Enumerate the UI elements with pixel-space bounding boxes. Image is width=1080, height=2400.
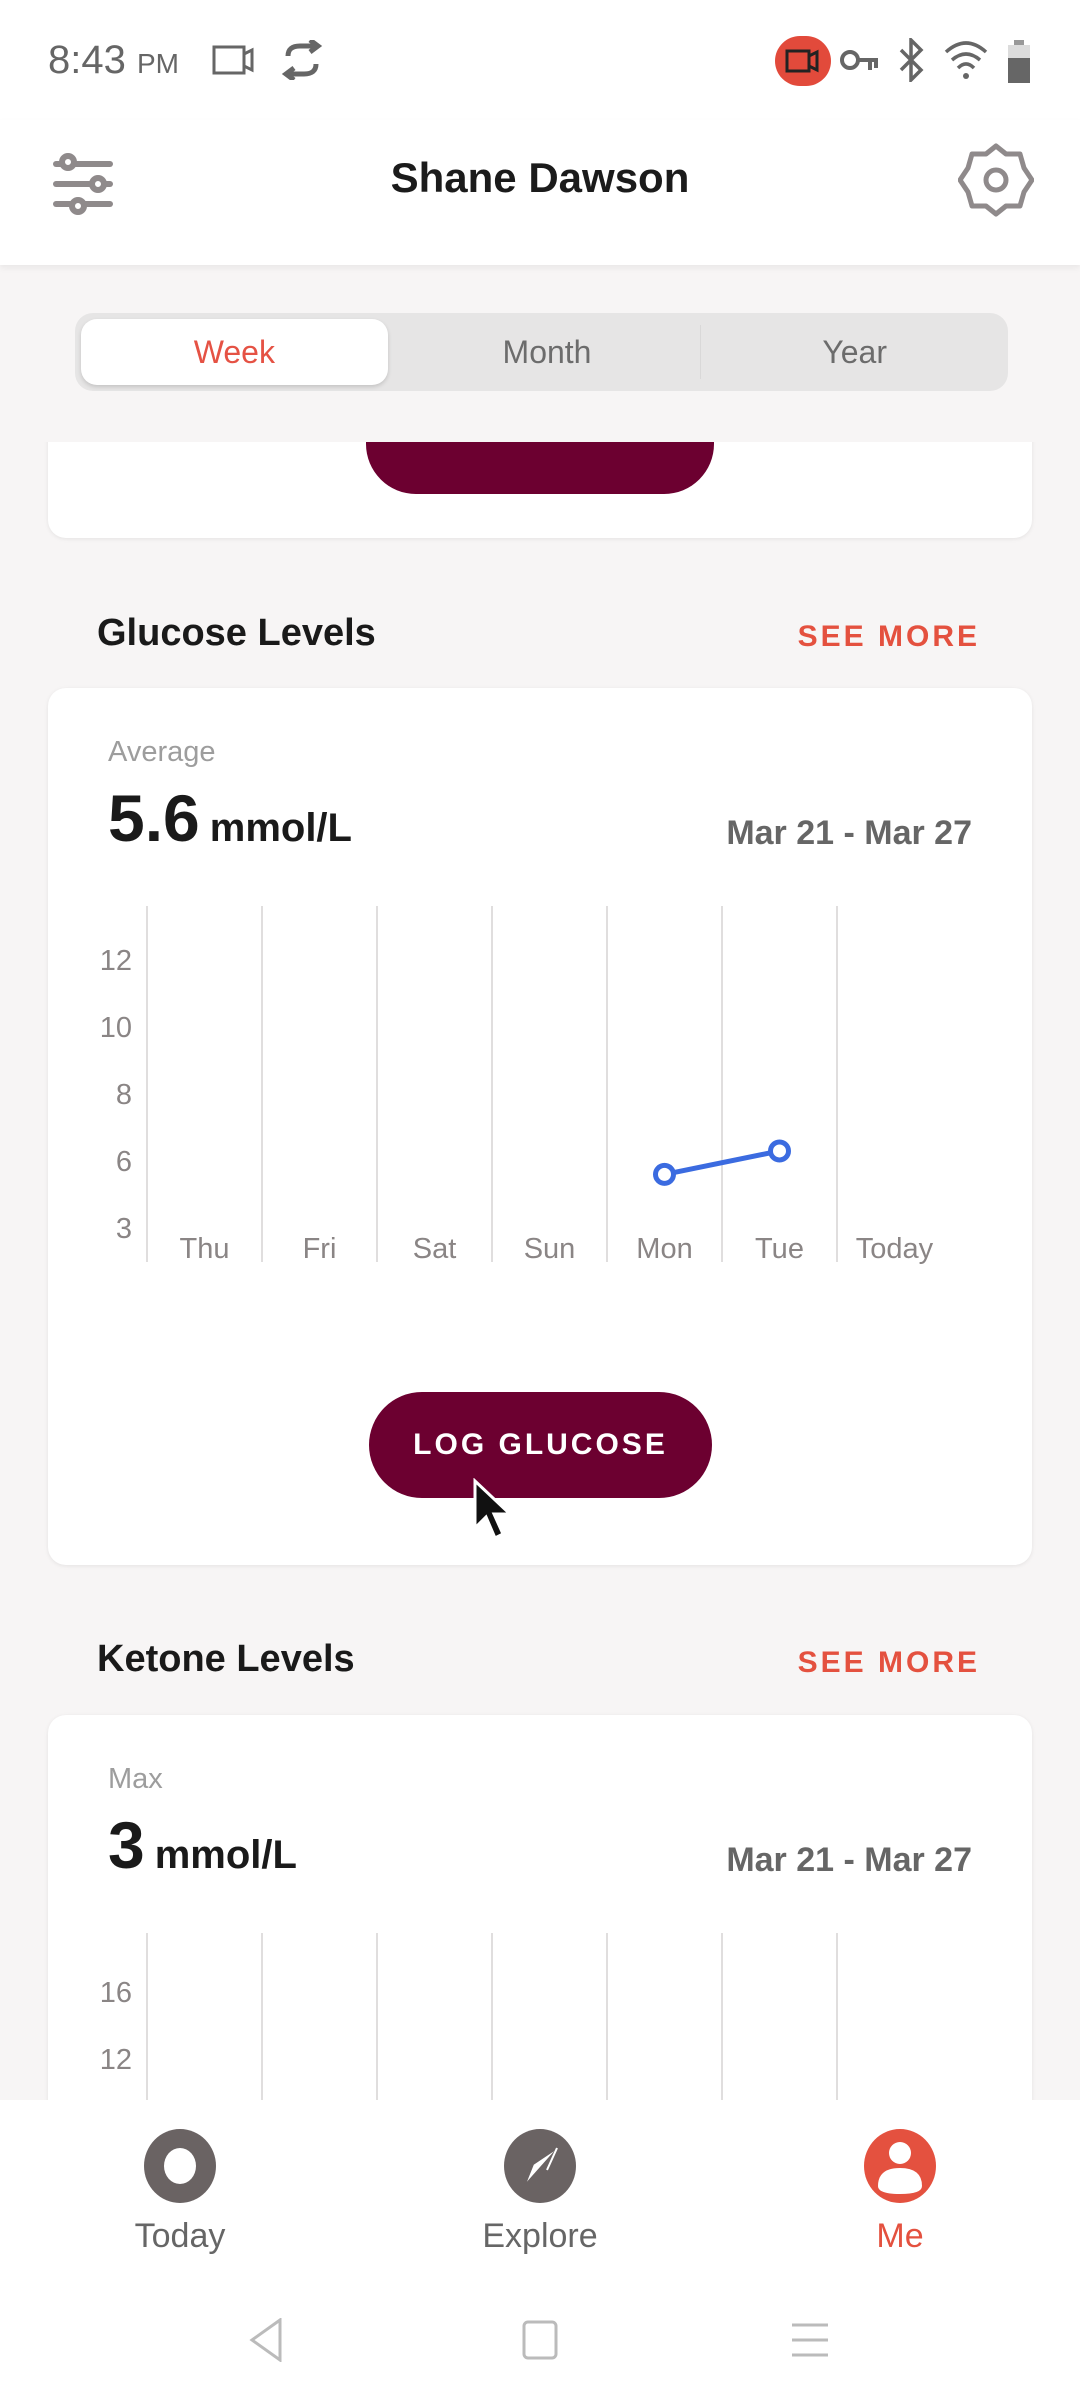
y-tick-label: 10 [100,1012,132,1044]
x-tick-label: Sun [524,1233,576,1265]
nav-me[interactable]: Me [800,2128,1000,2256]
glucose-date-range: Mar 21 - Mar 27 [726,814,972,852]
wifi-icon [944,41,988,79]
page-title: Shane Dawson [390,154,690,201]
x-tick-label: Mon [636,1233,692,1265]
log-glucose-button[interactable]: LOG GLUCOSE [369,1392,712,1498]
x-tick-label: Tue [755,1233,804,1265]
y-tick-label: 12 [100,2044,132,2076]
mouse-cursor-icon [473,1478,514,1541]
settings-gear-icon[interactable] [958,142,1034,218]
x-tick-label: Fri [303,1233,337,1265]
compass-icon [504,2129,576,2203]
nav-today[interactable]: Today [80,2128,280,2256]
scroll-clip [0,392,1080,442]
ketone-date-range: Mar 21 - Mar 27 [726,1841,972,1879]
system-navigation-bar [0,2280,1080,2400]
status-bar: 8:43 PM [0,0,1080,120]
nav-explore[interactable]: Explore [440,2128,640,2256]
tab-month-label: Month [502,333,592,370]
data-point[interactable] [768,1139,791,1163]
recents-menu-icon[interactable] [792,2322,828,2358]
bluetooth-icon [899,38,924,82]
glucose-unit: mmol/L [209,806,352,850]
nav-today-label: Today [134,2217,226,2255]
today-ring-icon [144,2129,216,2203]
glucose-stat-label: Average [108,736,216,768]
glucose-card: Average 5.6 mmol/L Mar 21 - Mar 27 12 10 8 6… [48,688,1032,1565]
recording-indicator-icon [775,36,831,86]
y-tick-label: 3 [116,1213,132,1245]
tab-month[interactable]: Month [394,313,701,391]
status-time: 8:43 PM [48,38,179,83]
tab-week[interactable]: Week [81,319,388,385]
tab-year-label: Year [822,333,887,370]
vpn-key-icon [840,50,878,70]
ketone-see-more-link[interactable]: SEE MORE [798,1646,980,1680]
bottom-navigation: Today Explore Me [0,2100,1080,2280]
y-tick-label: 8 [116,1079,132,1111]
ketone-stat-label: Max [108,1763,163,1795]
ketone-stat-value: 3 mmol/L [108,1807,297,1883]
glucose-see-more-link[interactable]: SEE MORE [798,620,980,654]
profile-icon [864,2129,936,2203]
tab-week-label: Week [193,333,275,370]
ketone-section-title: Ketone Levels [97,1638,355,1680]
battery-icon [1008,40,1030,83]
x-tick-label: Thu [180,1233,230,1265]
home-icon[interactable] [522,2320,558,2360]
y-tick-label: 6 [116,1146,132,1178]
y-tick-label: 12 [100,945,132,977]
x-tick-label: Today [856,1233,934,1265]
back-icon[interactable] [248,2318,284,2362]
sync-icon [281,40,323,80]
glucose-stat-value: 5.6 mmol/L [108,780,352,856]
glucose-section-title: Glucose Levels [97,612,376,654]
tab-year[interactable]: Year [701,313,1008,391]
ketone-unit: mmol/L [154,1833,297,1877]
previous-card-button[interactable] [366,442,714,494]
ampm-text: PM [136,48,179,79]
y-tick-label: 16 [100,1977,132,2009]
data-point[interactable] [653,1162,676,1186]
period-segmented-control: Week Month Year [75,313,1008,391]
x-tick-label: Sat [413,1233,457,1265]
nav-me-label: Me [876,2217,924,2255]
glucose-chart: 12 10 8 6 3 Thu Fri Sat Sun Mon Tue Today [100,906,934,1265]
glucose-value-number: 5.6 [108,781,200,855]
screen-record-icon [212,45,254,75]
app-header: Shane Dawson [0,120,1080,265]
time-text: 8:43 [48,38,126,82]
nav-explore-label: Explore [482,2217,598,2255]
ketone-value-number: 3 [108,1808,145,1882]
